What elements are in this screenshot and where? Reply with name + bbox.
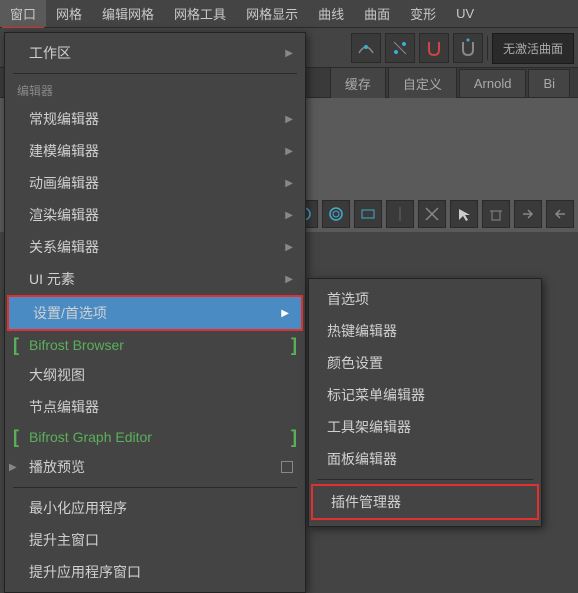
bracket-icon: ]	[291, 427, 297, 448]
shelf-cursor-icon[interactable]	[450, 200, 478, 228]
menu-general-editors[interactable]: 常规编辑器 ▶	[5, 103, 305, 135]
menu-label: 渲染编辑器	[29, 205, 99, 225]
submenu-preferences[interactable]: 首选项	[309, 283, 541, 315]
menu-curves[interactable]: 曲线	[308, 0, 354, 27]
settings-submenu: 首选项 热键编辑器 颜色设置 标记菜单编辑器 工具架编辑器 面板编辑器 插件管理…	[308, 278, 542, 527]
shelf-cut-icon[interactable]	[418, 200, 446, 228]
play-icon: ▶	[9, 462, 17, 473]
submenu-arrow-icon: ▶	[285, 48, 293, 59]
menu-label: Bifrost Graph Editor	[29, 429, 152, 445]
menu-raise-main-window[interactable]: 提升主窗口	[5, 524, 305, 556]
menu-raise-app-windows[interactable]: 提升应用程序窗口	[5, 556, 305, 588]
submenu-arrow-icon: ▶	[285, 242, 293, 253]
menu-separator	[13, 73, 297, 74]
menu-label: 热键编辑器	[327, 321, 397, 341]
shelf-rect-icon[interactable]	[354, 200, 382, 228]
menu-label: 工具架编辑器	[327, 417, 411, 437]
submenu-marking-menu-editor[interactable]: 标记菜单编辑器	[309, 379, 541, 411]
menu-relationship-editors[interactable]: 关系编辑器 ▶	[5, 231, 305, 263]
menu-label: 节点编辑器	[29, 397, 99, 417]
menu-workspace[interactable]: 工作区 ▶	[5, 37, 305, 69]
bracket-icon: [	[13, 427, 19, 448]
submenu-arrow-icon: ▶	[285, 210, 293, 221]
menu-label: 工作区	[29, 43, 71, 63]
menu-label: 插件管理器	[331, 492, 401, 512]
snap-live-icon[interactable]	[453, 33, 483, 63]
menu-mesh-display[interactable]: 网格显示	[236, 0, 308, 27]
menu-label: 播放预览	[29, 457, 85, 477]
menu-deform[interactable]: 变形	[400, 0, 446, 27]
highlight-border: 插件管理器	[311, 484, 539, 520]
menu-label: 最小化应用程序	[29, 498, 127, 518]
tab-custom[interactable]: 自定义	[388, 67, 457, 99]
submenu-arrow-icon: ▶	[285, 178, 293, 189]
menu-section-editors: 编辑器	[5, 78, 305, 103]
snap-point-icon[interactable]	[385, 33, 415, 63]
shelf-sep-icon	[386, 200, 414, 228]
snap-magnet-icon[interactable]	[419, 33, 449, 63]
menu-label: 首选项	[327, 289, 369, 309]
window-menu: 工作区 ▶ 编辑器 常规编辑器 ▶ 建模编辑器 ▶ 动画编辑器 ▶ 渲染编辑器 …	[4, 32, 306, 593]
menu-bifrost-browser[interactable]: [ Bifrost Browser ]	[5, 331, 305, 359]
menu-outliner[interactable]: 大纲视图	[5, 359, 305, 391]
menu-playblast[interactable]: ▶ 播放预览	[5, 451, 305, 483]
menu-label: 建模编辑器	[29, 141, 99, 161]
submenu-panel-editor[interactable]: 面板编辑器	[309, 443, 541, 475]
menu-label: 标记菜单编辑器	[327, 385, 425, 405]
menu-label: UI 元素	[29, 269, 75, 289]
active-surface-display: 无激活曲面	[492, 33, 574, 64]
menu-label: 大纲视图	[29, 365, 85, 385]
shelf-ring-icon[interactable]	[322, 200, 350, 228]
menu-bifrost-graph-editor[interactable]: [ Bifrost Graph Editor ]	[5, 423, 305, 451]
menu-window[interactable]: 窗口	[0, 0, 46, 27]
menu-minimize-app[interactable]: 最小化应用程序	[5, 492, 305, 524]
snap-curve-icon[interactable]	[351, 33, 381, 63]
menu-label: 提升应用程序窗口	[29, 562, 141, 582]
submenu-shelf-editor[interactable]: 工具架编辑器	[309, 411, 541, 443]
menu-label: 设置/首选项	[33, 303, 107, 323]
tab-cache[interactable]: 缓存	[330, 67, 386, 99]
submenu-arrow-icon: ▶	[285, 114, 293, 125]
menu-label: 关系编辑器	[29, 237, 99, 257]
bracket-icon: ]	[291, 335, 297, 356]
menu-ui-elements[interactable]: UI 元素 ▶	[5, 263, 305, 295]
menu-rendering-editors[interactable]: 渲染编辑器 ▶	[5, 199, 305, 231]
menubar: 窗口 网格 编辑网格 网格工具 网格显示 曲线 曲面 变形 UV	[0, 0, 578, 28]
menu-label: 面板编辑器	[327, 449, 397, 469]
menu-node-editor[interactable]: 节点编辑器	[5, 391, 305, 423]
menu-label: 常规编辑器	[29, 109, 99, 129]
menu-animation-editors[interactable]: 动画编辑器 ▶	[5, 167, 305, 199]
menu-mesh-tools[interactable]: 网格工具	[164, 0, 236, 27]
submenu-arrow-icon: ▶	[285, 146, 293, 157]
menu-edit-mesh[interactable]: 编辑网格	[92, 0, 164, 27]
bracket-icon: [	[13, 335, 19, 356]
checkbox-icon[interactable]	[281, 461, 293, 473]
menu-separator	[13, 487, 297, 488]
menu-separator	[317, 479, 533, 480]
menu-mesh[interactable]: 网格	[46, 0, 92, 27]
menu-surfaces[interactable]: 曲面	[354, 0, 400, 27]
shelf-trash-icon[interactable]	[482, 200, 510, 228]
submenu-color-settings[interactable]: 颜色设置	[309, 347, 541, 379]
shelf-in-icon[interactable]	[514, 200, 542, 228]
menu-label: 提升主窗口	[29, 530, 99, 550]
shelf-out-icon[interactable]	[546, 200, 574, 228]
submenu-plugin-manager[interactable]: 插件管理器	[313, 486, 537, 518]
menu-uv[interactable]: UV	[446, 0, 484, 27]
menu-settings-preferences[interactable]: 设置/首选项 ▶	[7, 295, 303, 331]
submenu-arrow-icon: ▶	[285, 274, 293, 285]
menu-label: Bifrost Browser	[29, 337, 124, 353]
tab-bifrost[interactable]: Bi	[528, 69, 570, 97]
tab-arnold[interactable]: Arnold	[459, 69, 527, 97]
menu-label: 动画编辑器	[29, 173, 99, 193]
submenu-arrow-icon: ▶	[281, 308, 289, 319]
submenu-hotkey-editor[interactable]: 热键编辑器	[309, 315, 541, 347]
menu-modeling-editors[interactable]: 建模编辑器 ▶	[5, 135, 305, 167]
menu-label: 颜色设置	[327, 353, 383, 373]
